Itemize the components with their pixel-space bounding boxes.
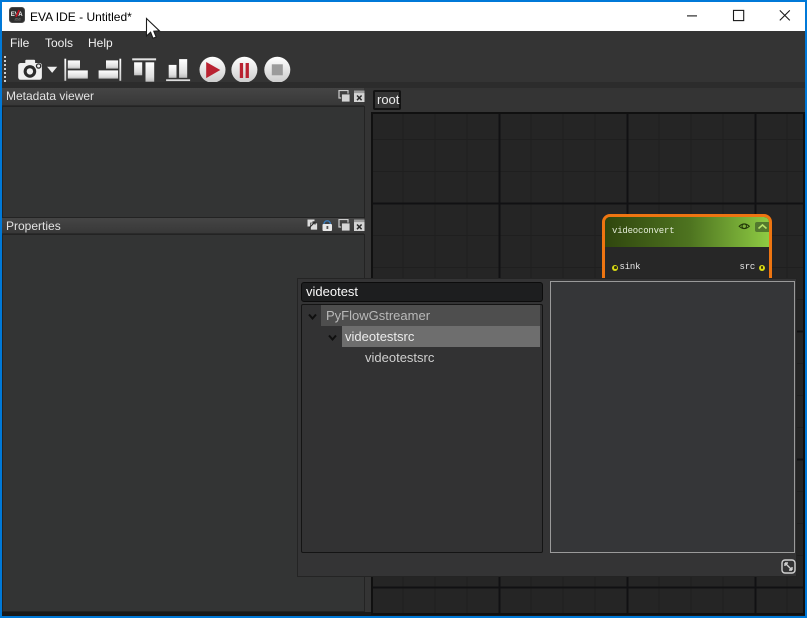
svg-text:IDE: IDE <box>14 16 21 21</box>
